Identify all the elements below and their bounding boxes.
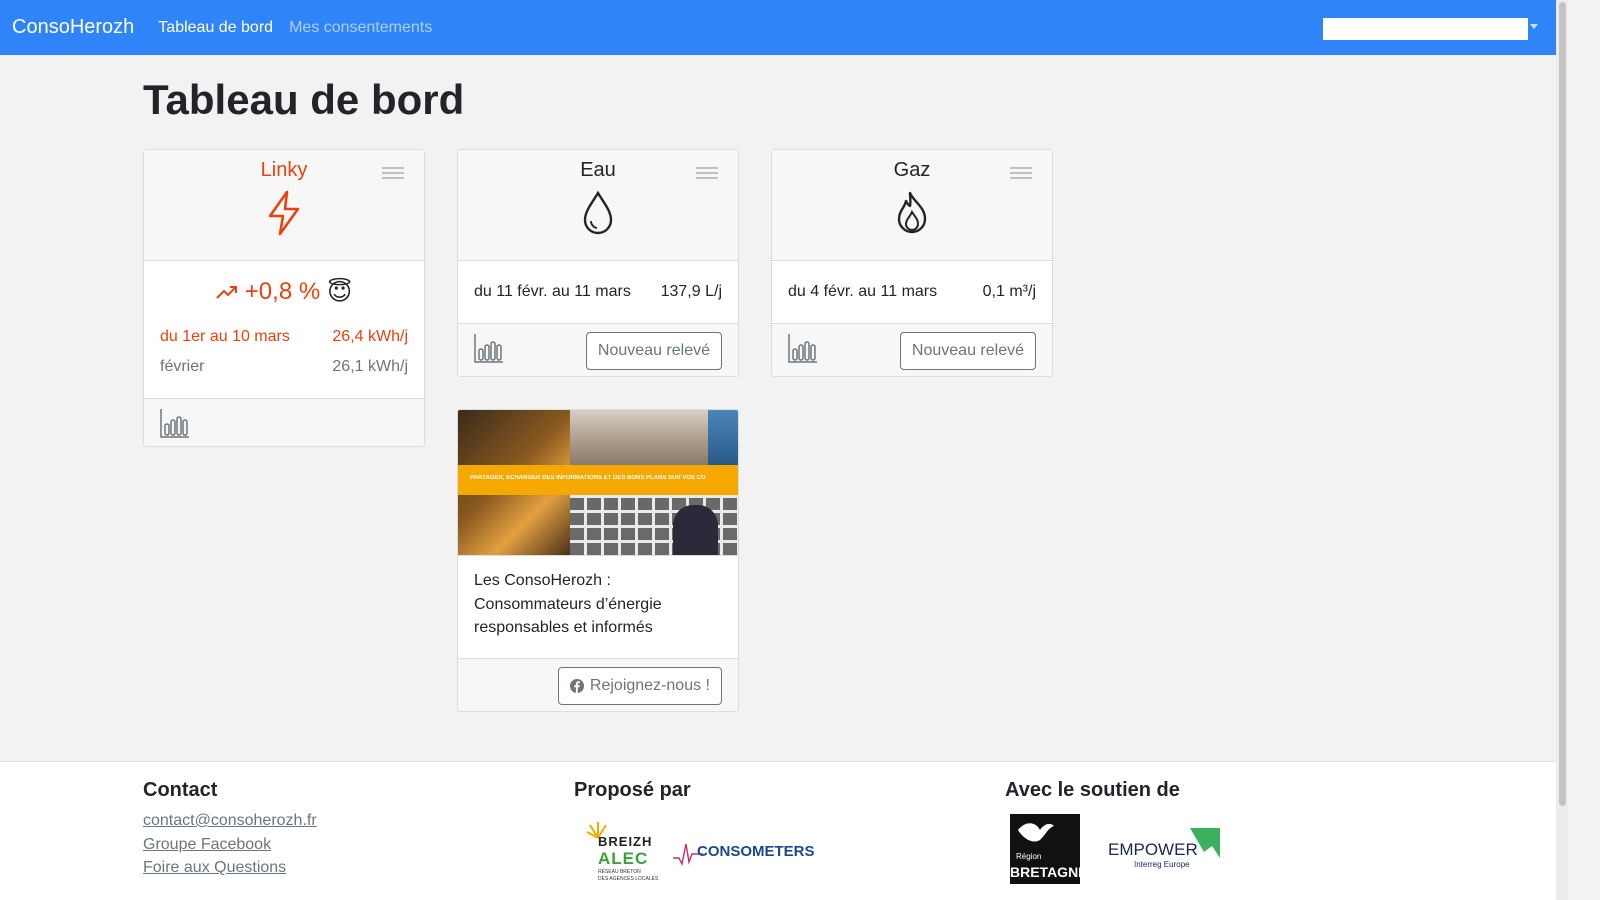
previous-period-row: février 26,1 kWh/j — [144, 358, 424, 376]
card-footer — [144, 398, 424, 446]
promo-text: Les ConsoHerozh : Consommateurs d’énergi… — [458, 555, 738, 658]
logo-text: BRETAGNE — [1010, 864, 1080, 880]
eau-card: Eau du 11 févr. au 11 mars 137,9 L/j Nou… — [457, 149, 739, 377]
flame-icon — [772, 190, 1052, 236]
card-footer: Nouveau relevé — [772, 323, 1052, 376]
logo-text: DES AGENCES LOCALES — [598, 876, 659, 882]
card-header: Eau — [458, 150, 738, 261]
nav-mes-consentements[interactable]: Mes consentements — [289, 19, 432, 37]
page-title: Tableau de bord — [143, 76, 465, 123]
card-body: +0,8 % 😇 du 1er au 10 mars 26,4 kWh/j fé… — [144, 261, 424, 398]
bar-chart-icon[interactable] — [160, 408, 190, 443]
brand-logo[interactable]: ConsoHerozh — [12, 16, 134, 39]
logo-text: Interreg Europe — [1134, 860, 1190, 869]
card-footer: Nouveau relevé — [458, 323, 738, 376]
rejoignez-nous-button[interactable]: Rejoignez-nous ! — [557, 667, 722, 705]
facebook-icon — [569, 679, 584, 693]
faq-link[interactable]: Foire aux Questions — [143, 859, 286, 877]
empower-logo[interactable]: EMPOWER Interreg Europe — [1108, 826, 1224, 870]
page-scrollbar[interactable] — [1556, 0, 1568, 900]
water-drop-icon — [458, 190, 738, 236]
account-select[interactable] — [1323, 18, 1528, 40]
period-label: du 1er au 10 mars — [160, 328, 290, 345]
card-header: Linky — [144, 150, 424, 261]
scrollbar-thumb[interactable] — [1559, 2, 1566, 806]
trend-indicator: +0,8 % 😇 — [144, 278, 424, 306]
card-footer: Rejoignez-nous ! — [458, 658, 738, 711]
promo-card: PARTAGER, ECHANGER DES INFORMATIONS ET D… — [457, 409, 739, 712]
facebook-group-link[interactable]: Groupe Facebook — [143, 836, 271, 854]
chevron-down-icon[interactable] — [1530, 24, 1538, 29]
page-footer: Contact contact@consoherozh.fr Groupe Fa… — [0, 761, 1556, 900]
logo-text: RÉSEAU BRETON — [598, 869, 641, 875]
nav-tableau-de-bord[interactable]: Tableau de bord — [158, 19, 273, 37]
period-label: février — [160, 358, 205, 375]
lightning-icon — [144, 190, 424, 236]
promo-image[interactable]: PARTAGER, ECHANGER DES INFORMATIONS ET D… — [458, 410, 738, 555]
bird-icon — [1018, 823, 1054, 842]
promo-banner-text: PARTAGER, ECHANGER DES INFORMATIONS ET D… — [470, 475, 706, 481]
logo-text: BREIZH — [598, 834, 653, 849]
nouveau-releve-button[interactable]: Nouveau relevé — [899, 332, 1036, 370]
card-body: du 4 févr. au 11 mars 0,1 m³/j — [772, 261, 1052, 323]
period-label: du 11 févr. au 11 mars — [474, 283, 631, 300]
logo-text: ALEC — [598, 849, 649, 868]
breizh-alec-logo[interactable]: BREIZH ALEC RÉSEAU BRETON DES AGENCES LO… — [586, 820, 659, 886]
consometers-logo[interactable]: CONSOMETERS — [673, 838, 815, 870]
bar-chart-icon[interactable] — [474, 333, 504, 368]
period-value: 0,1 m³/j — [982, 283, 1036, 300]
period-label: du 4 févr. au 11 mars — [788, 283, 938, 300]
footer-contact-title: Contact — [143, 779, 218, 801]
contact-email-link[interactable]: contact@consoherozh.fr — [143, 812, 317, 830]
logo-text: CONSOMETERS — [697, 843, 815, 860]
drag-handle-icon[interactable] — [696, 167, 718, 182]
period-value: 137,9 L/j — [660, 283, 722, 300]
button-label: Rejoignez-nous ! — [589, 677, 710, 694]
nouveau-releve-button[interactable]: Nouveau relevé — [585, 332, 722, 370]
logo-text: Région — [1016, 852, 1042, 861]
drag-handle-icon[interactable] — [1010, 167, 1032, 182]
footer-soutien-title: Avec le soutien de — [1005, 779, 1180, 801]
gaz-card: Gaz du 4 févr. au 11 mars 0,1 m³/j Nouve… — [771, 149, 1053, 377]
period-value: 26,1 kWh/j — [332, 358, 408, 375]
angel-emoji-icon: 😇 — [327, 278, 353, 306]
current-period-row: du 1er au 10 mars 26,4 kWh/j — [144, 328, 424, 346]
trending-up-icon — [216, 286, 237, 299]
logo-text: EMPOWER — [1108, 840, 1198, 859]
bar-chart-icon[interactable] — [788, 333, 818, 368]
period-value: 26,4 kWh/j — [332, 328, 408, 345]
linky-card: Linky +0,8 % 😇 du 1er au 10 mars 26,4 kW… — [143, 149, 425, 447]
card-body: du 11 févr. au 11 mars 137,9 L/j — [458, 261, 738, 323]
trend-value: +0,8 % — [244, 278, 321, 305]
region-bretagne-logo[interactable]: Région BRETAGNE — [1010, 814, 1080, 884]
footer-propose-title: Proposé par — [574, 779, 691, 801]
card-header: Gaz — [772, 150, 1052, 261]
drag-handle-icon[interactable] — [382, 167, 404, 182]
